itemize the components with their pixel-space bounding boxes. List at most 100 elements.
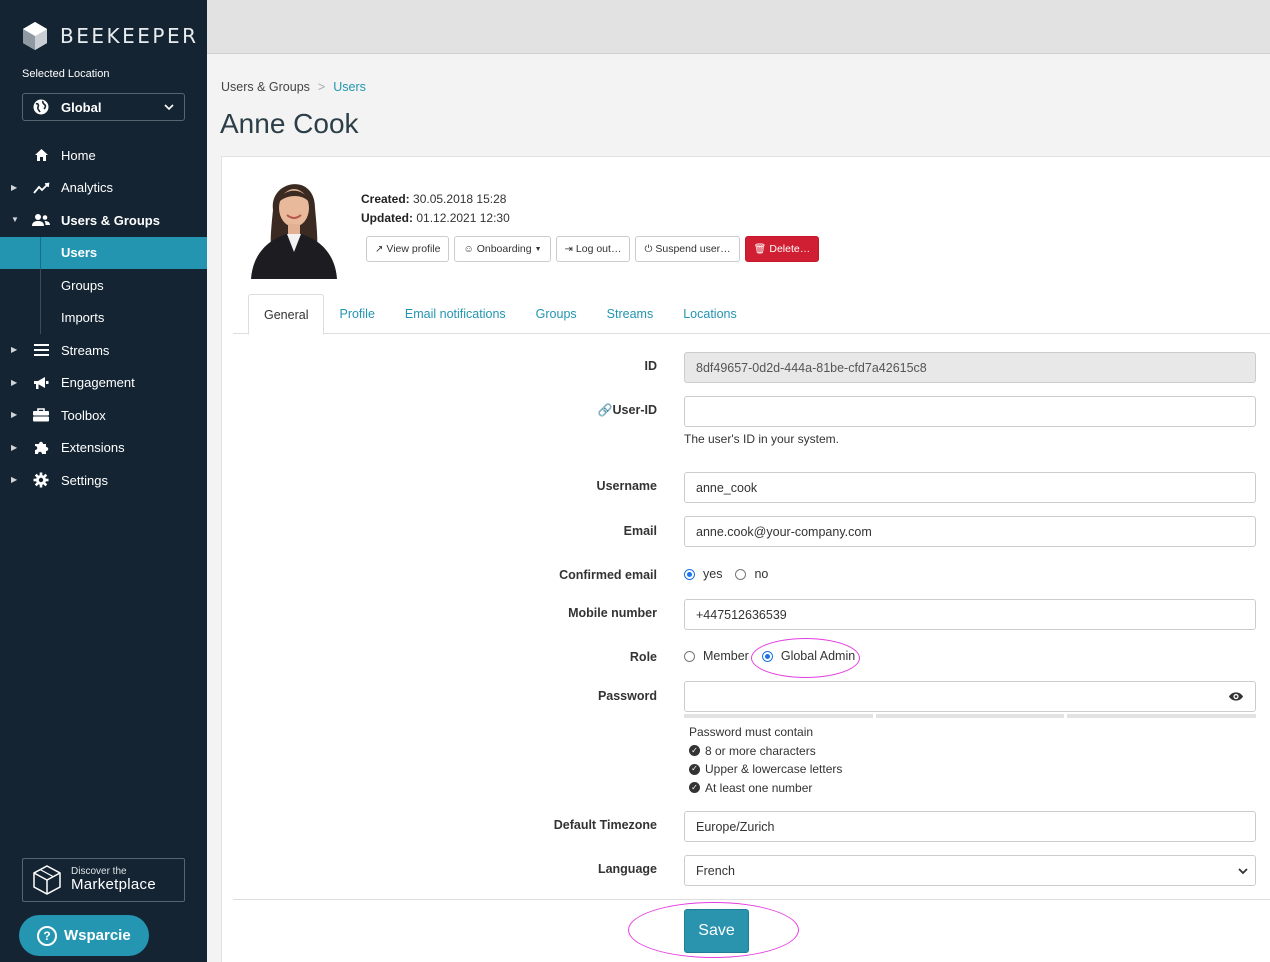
breadcrumb-current[interactable]: Users	[333, 80, 366, 94]
toolbox-icon	[32, 407, 50, 423]
save-button[interactable]: Save	[684, 909, 749, 953]
sidebar-item-groups[interactable]: Groups	[0, 269, 207, 302]
password-rules: Password must contain ✓ 8 or more charact…	[689, 723, 842, 797]
default-timezone-label: Default Timezone	[553, 818, 657, 832]
home-icon	[32, 147, 50, 163]
sidebar-item-settings[interactable]: ▶ Settings	[0, 464, 207, 497]
sidebar: BEEKEEPER Selected Location Global Home …	[0, 0, 207, 962]
password-rule: ✓ At least one number	[689, 779, 842, 798]
analytics-icon	[32, 180, 50, 196]
location-select[interactable]: Global	[22, 93, 185, 121]
power-icon: ⏻	[644, 243, 653, 255]
caret-down-icon: ▼	[11, 215, 19, 225]
language-select[interactable]: French	[684, 855, 1256, 886]
sidebar-item-streams[interactable]: ▶ Streams	[0, 334, 207, 367]
avatar	[243, 170, 343, 279]
email-input[interactable]: anne.cook@your-company.com	[684, 516, 1256, 547]
language-label: Language	[597, 862, 657, 876]
log-out-button[interactable]: ⇥ Log out…	[555, 236, 631, 262]
check-circle-icon: ✓	[689, 782, 700, 794]
marketplace-icon	[33, 865, 61, 895]
view-profile-button[interactable]: ↗ View profile	[366, 236, 450, 262]
onboarding-button[interactable]: ☺ Onboarding ▼	[454, 236, 551, 262]
location-value: Global	[61, 99, 102, 115]
role-member-option[interactable]: Member	[684, 649, 749, 663]
role-global-admin-option[interactable]: Global Admin	[761, 649, 855, 663]
email-label: Email	[623, 524, 657, 538]
caret-right-icon: ▶	[11, 345, 18, 355]
page-title: Anne Cook	[220, 108, 359, 139]
updated-value: 01.12.2021 12:30	[416, 211, 510, 225]
password-rule: ✓ 8 or more characters	[689, 742, 842, 761]
sidebar-item-imports[interactable]: Imports	[0, 301, 207, 335]
globe-icon	[33, 99, 49, 115]
beekeeper-logo-icon	[23, 22, 47, 50]
tab-groups[interactable]: Groups	[521, 294, 592, 334]
puzzle-icon	[32, 440, 50, 456]
confirmed-email-label: Confirmed email	[559, 568, 657, 582]
tab-general[interactable]: General	[248, 294, 325, 335]
sidebar-item-extensions[interactable]: ▶ Extensions	[0, 432, 207, 465]
suspend-user-button[interactable]: ⏻ Suspend user…	[635, 236, 740, 262]
updated-label: Updated:	[361, 211, 413, 225]
confirmed-no-radio[interactable]	[735, 568, 747, 580]
confirmed-yes-option[interactable]: yes	[684, 567, 722, 581]
mobile-number-input[interactable]: +447512636539	[684, 599, 1256, 630]
users-icon	[32, 212, 50, 228]
external-link-icon: ↗	[375, 243, 384, 255]
form-divider	[233, 899, 1270, 900]
sidebar-item-users-groups[interactable]: ▼ Users & Groups	[0, 204, 207, 237]
role-member-radio[interactable]	[684, 650, 695, 662]
breadcrumb-separator: >	[317, 80, 326, 94]
confirmed-no-option[interactable]: no	[735, 567, 768, 581]
password-rule: ✓ Upper & lowercase letters	[689, 760, 842, 779]
user-id-input[interactable]	[684, 396, 1256, 427]
megaphone-icon	[32, 375, 50, 391]
smiley-icon: ☺	[463, 243, 474, 255]
caret-right-icon: ▶	[11, 475, 18, 485]
user-id-help: The user's ID in your system.	[684, 432, 840, 446]
username-label: Username	[596, 479, 657, 493]
password-input[interactable]	[684, 681, 1256, 712]
password-label: Password	[597, 689, 657, 703]
password-strength-bars	[684, 714, 1257, 718]
sidebar-item-home[interactable]: Home	[0, 139, 207, 172]
tab-streams[interactable]: Streams	[592, 294, 669, 334]
top-bar	[207, 0, 1270, 54]
sidebar-item-toolbox[interactable]: ▶ Toolbox	[0, 399, 207, 432]
delete-user-button[interactable]: 🗑 Delete…	[744, 236, 820, 262]
caret-right-icon: ▶	[11, 377, 18, 387]
breadcrumb-parent[interactable]: Users & Groups	[221, 80, 310, 94]
username-input[interactable]: anne_cook	[684, 472, 1256, 503]
tab-email-notifications[interactable]: Email notifications	[390, 294, 521, 334]
streams-icon	[32, 342, 50, 358]
sign-out-icon: ⇥	[564, 243, 573, 255]
eye-icon[interactable]	[1228, 691, 1244, 702]
support-button[interactable]: ? Wsparcie	[19, 915, 149, 956]
default-timezone-input[interactable]: Europe/Zurich	[684, 811, 1256, 842]
brand-name: BEEKEEPER	[60, 24, 199, 48]
sidebar-item-analytics[interactable]: ▶ Analytics	[0, 172, 207, 205]
breadcrumb: Users & Groups > Users	[221, 80, 366, 94]
confirmed-yes-radio[interactable]	[684, 568, 695, 580]
id-field: 8df49657-0d2d-444a-81be-cfd7a42615c8	[684, 352, 1256, 383]
marketplace-big-text: Marketplace	[71, 876, 157, 893]
sidebar-nav: Home ▶ Analytics ▼ Users & Groups Users …	[0, 139, 207, 497]
gear-icon	[32, 472, 50, 488]
brand-logo[interactable]: BEEKEEPER	[22, 21, 198, 51]
role-label: Role	[629, 650, 657, 664]
caret-right-icon: ▶	[11, 442, 18, 452]
link-icon: 🔗	[597, 403, 613, 417]
tab-profile[interactable]: Profile	[324, 294, 389, 334]
caret-right-icon: ▶	[11, 182, 18, 192]
check-circle-icon: ✓	[689, 745, 700, 757]
tab-locations[interactable]: Locations	[668, 294, 752, 334]
marketplace-button[interactable]: Discover the Marketplace	[22, 858, 185, 902]
role-global-admin-radio[interactable]	[761, 650, 773, 662]
role-radios: Member Global Admin	[684, 649, 868, 663]
help-icon: ?	[37, 925, 57, 946]
user-id-label: 🔗User-ID	[597, 403, 657, 417]
sidebar-item-engagement[interactable]: ▶ Engagement	[0, 367, 207, 400]
created-value: 30.05.2018 15:28	[413, 192, 507, 206]
sidebar-item-users[interactable]: Users	[0, 236, 207, 269]
